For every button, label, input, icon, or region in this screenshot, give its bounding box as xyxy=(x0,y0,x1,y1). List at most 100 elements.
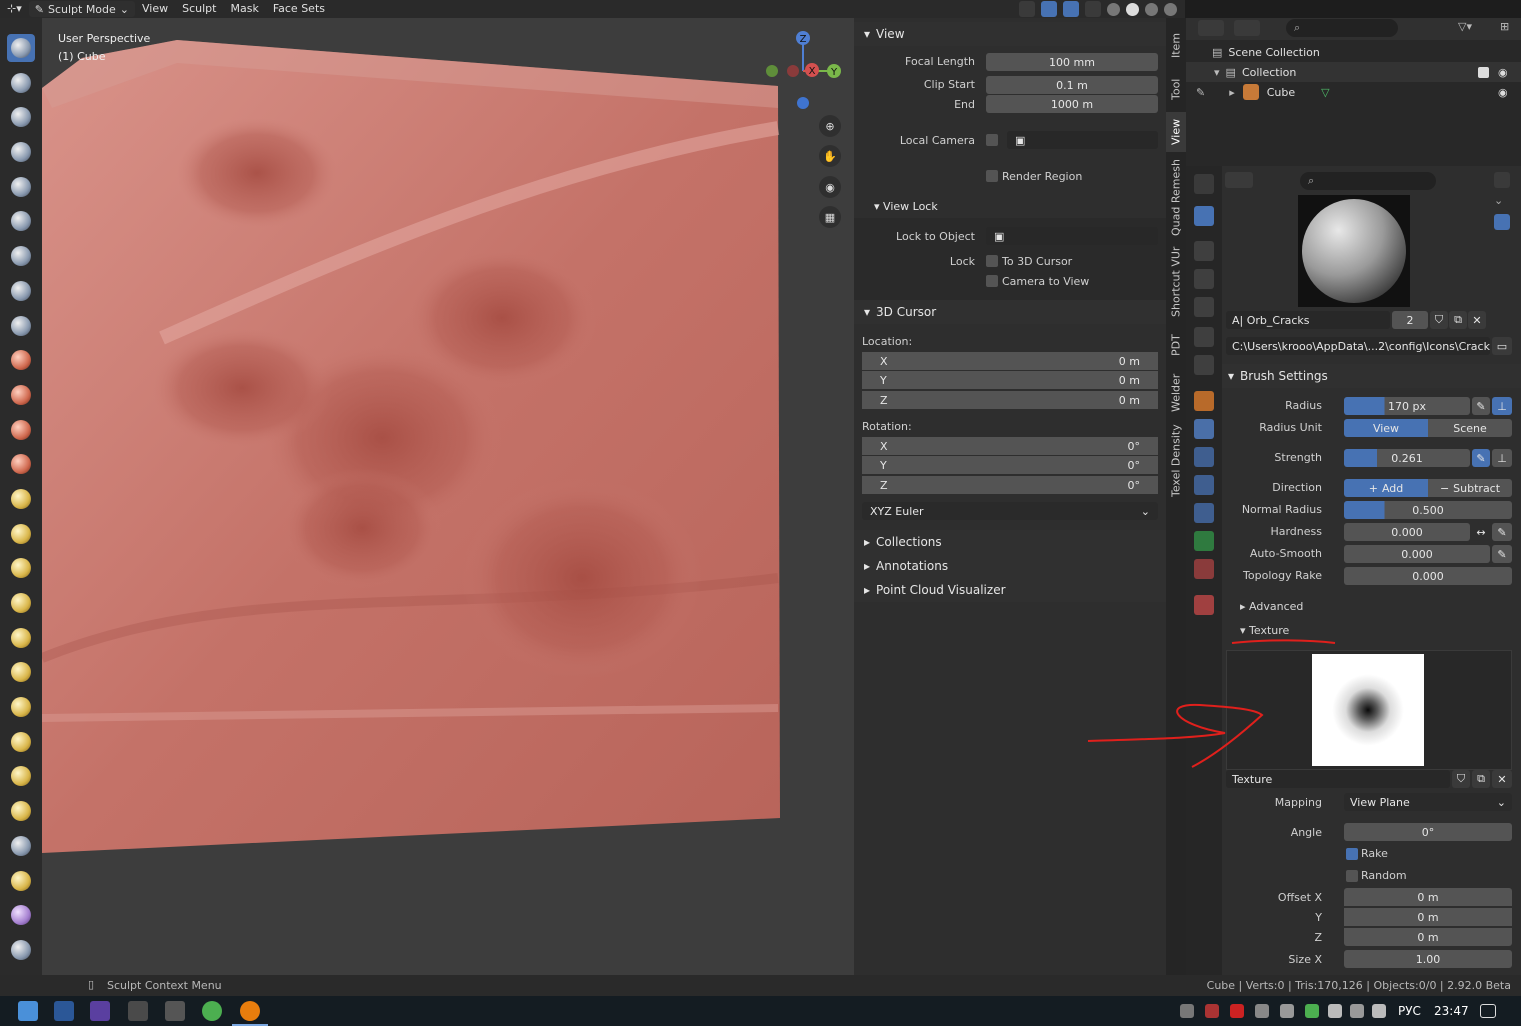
radius-unit-scene-button[interactable]: Scene xyxy=(1428,419,1512,437)
unlink-brush-icon[interactable]: ✕ xyxy=(1468,311,1486,329)
visibility-icon[interactable] xyxy=(1019,1,1035,17)
network-icon[interactable] xyxy=(1350,1004,1364,1018)
word-icon[interactable] xyxy=(54,1001,74,1021)
display-mode-icon[interactable] xyxy=(1234,20,1260,36)
random-checkbox[interactable] xyxy=(1346,870,1358,882)
tab-texel-density[interactable]: Texel Density xyxy=(1166,424,1186,498)
tool-clay[interactable] xyxy=(7,103,35,131)
pressure-strength-icon[interactable]: ✎ xyxy=(1472,449,1490,467)
mode-dropdown[interactable]: ✎ Sculpt Mode ⌄ xyxy=(28,1,136,17)
tool-boundary[interactable] xyxy=(7,832,35,860)
fake-user-icon[interactable]: ⛉ xyxy=(1430,311,1448,329)
tray-icon-4[interactable] xyxy=(1255,1004,1269,1018)
gizmo-neg-z-ball[interactable] xyxy=(797,97,809,109)
tool-inflate[interactable] xyxy=(7,242,35,270)
strength-toggle-icon[interactable]: ⊥ xyxy=(1492,449,1512,467)
location-y-field[interactable]: Y 0 m xyxy=(862,371,1158,389)
gizmo-neg-y-ball[interactable] xyxy=(766,65,778,77)
tool-grab[interactable] xyxy=(7,554,35,582)
tray-icon-3[interactable] xyxy=(1230,1004,1244,1018)
tool-smooth[interactable] xyxy=(7,346,35,374)
tool-pose[interactable] xyxy=(7,693,35,721)
size-x-field[interactable]: 1.00 xyxy=(1344,950,1512,968)
wireframe-shading-icon[interactable] xyxy=(1107,2,1120,16)
tab-welder[interactable]: Welder xyxy=(1166,368,1186,418)
fake-user-icon[interactable]: ⛉ xyxy=(1452,770,1470,788)
radius-slider[interactable]: 170 px xyxy=(1344,397,1470,415)
direction-subtract-button[interactable]: − Subtract xyxy=(1428,479,1512,497)
topology-rake-slider[interactable]: 0.000 xyxy=(1344,567,1512,585)
pressure-hardness-icon[interactable]: ✎ xyxy=(1492,523,1512,541)
unlink-texture-icon[interactable]: ✕ xyxy=(1492,770,1512,788)
offset-z-field[interactable]: 0 m xyxy=(1344,928,1512,946)
new-collection-icon[interactable]: ⊞ xyxy=(1500,20,1509,33)
tab-tool[interactable]: Tool xyxy=(1166,70,1186,108)
tool-thumb[interactable] xyxy=(7,658,35,686)
clip-end-field[interactable]: 1000 m xyxy=(986,95,1158,113)
texture-properties-icon[interactable] xyxy=(1194,595,1214,615)
local-camera-field[interactable]: ▣ xyxy=(1007,131,1158,149)
rotation-x-field[interactable]: X 0° xyxy=(862,437,1158,455)
tool-pinch[interactable] xyxy=(7,520,35,548)
chevron-down-icon[interactable]: ⌄ xyxy=(1494,194,1510,207)
collection-checkbox[interactable] xyxy=(1478,66,1489,78)
brush-users-count[interactable]: 2 xyxy=(1392,311,1428,329)
blender-icon[interactable] xyxy=(240,1001,260,1021)
clock[interactable]: 23:47 xyxy=(1434,1004,1469,1018)
render-region-checkbox[interactable] xyxy=(986,170,998,182)
duplicate-texture-icon[interactable]: ⧉ xyxy=(1472,770,1490,788)
menu-mask[interactable]: Mask xyxy=(223,0,265,18)
editor-type-icon[interactable] xyxy=(1194,174,1214,194)
tool-crease[interactable] xyxy=(7,312,35,340)
navigation-gizmo[interactable]: Z Y X ⊕ ✋ ◉ ▦ xyxy=(760,28,850,258)
focal-length-field[interactable]: 100 mm xyxy=(986,53,1158,71)
mapping-dropdown[interactable]: View Plane ⌄ xyxy=(1344,793,1512,811)
direction-add-button[interactable]: + Add xyxy=(1344,479,1428,497)
tool-scrape[interactable] xyxy=(7,450,35,478)
point-cloud-header[interactable]: ▸ Point Cloud Visualizer xyxy=(854,578,1166,602)
brush-preview[interactable] xyxy=(1298,195,1410,307)
brush-image-icon[interactable] xyxy=(1494,214,1510,230)
tray-icon-6[interactable] xyxy=(1305,1004,1319,1018)
3d-viewport[interactable] xyxy=(42,18,854,975)
tab-view[interactable]: View xyxy=(1166,112,1186,152)
to-3d-cursor-checkbox[interactable] xyxy=(986,255,998,267)
location-z-field[interactable]: Z 0 m xyxy=(862,391,1158,409)
gizmo-neg-x-ball[interactable] xyxy=(787,65,799,77)
notepad-icon[interactable] xyxy=(18,1001,38,1021)
outliner-row-cube[interactable]: ✎ ▸ Cube ▽ ◉ xyxy=(1186,82,1521,102)
pressure-auto-smooth-icon[interactable]: ✎ xyxy=(1492,545,1512,563)
notifications-icon[interactable] xyxy=(1480,1004,1496,1018)
tool-flatten[interactable] xyxy=(7,381,35,409)
brush-editor-type-icon[interactable] xyxy=(1225,172,1253,188)
edit-mode-icon[interactable]: ✎ xyxy=(1196,86,1205,99)
volume-icon[interactable] xyxy=(1372,1004,1386,1018)
strength-slider[interactable]: 0.261 xyxy=(1344,449,1470,467)
rotation-mode-dropdown[interactable]: XYZ Euler ⌄ xyxy=(862,502,1158,520)
world-properties-icon[interactable] xyxy=(1194,355,1214,375)
eye-icon[interactable]: ◉ xyxy=(1498,86,1508,99)
xray-icon[interactable] xyxy=(1085,1,1101,17)
cloud-icon[interactable] xyxy=(1328,1004,1342,1018)
outliner-row-collection[interactable]: ▾ ▤ Collection ◉ xyxy=(1186,62,1521,82)
editor-type-icon[interactable] xyxy=(1198,20,1224,36)
annotations-header[interactable]: ▸ Annotations xyxy=(854,554,1166,578)
gizmo-toggle-icon[interactable] xyxy=(1041,1,1057,17)
radius-toggle-icon[interactable]: ⊥ xyxy=(1492,397,1512,415)
folder-icon[interactable]: ▭ xyxy=(1492,337,1512,355)
input-language[interactable]: РУС xyxy=(1398,1004,1421,1018)
editor-type-icon[interactable]: ⊹▾ xyxy=(0,0,29,18)
tool-fill[interactable] xyxy=(7,416,35,444)
app2-icon[interactable] xyxy=(165,1001,185,1021)
tray-icon-2[interactable] xyxy=(1205,1004,1219,1018)
invert-hardness-icon[interactable]: ↔ xyxy=(1472,523,1490,541)
menu-view[interactable]: View xyxy=(135,0,175,18)
tab-item[interactable]: Item xyxy=(1166,24,1186,66)
advanced-header[interactable]: ▸ Advanced xyxy=(1240,600,1303,613)
angle-field[interactable]: 0° xyxy=(1344,823,1512,841)
collections-header[interactable]: ▸ Collections xyxy=(854,530,1166,554)
app-icon[interactable] xyxy=(90,1001,110,1021)
tray-icon-5[interactable] xyxy=(1280,1004,1294,1018)
rotation-y-field[interactable]: Y 0° xyxy=(862,456,1158,474)
view-layer-icon[interactable] xyxy=(1194,297,1214,317)
